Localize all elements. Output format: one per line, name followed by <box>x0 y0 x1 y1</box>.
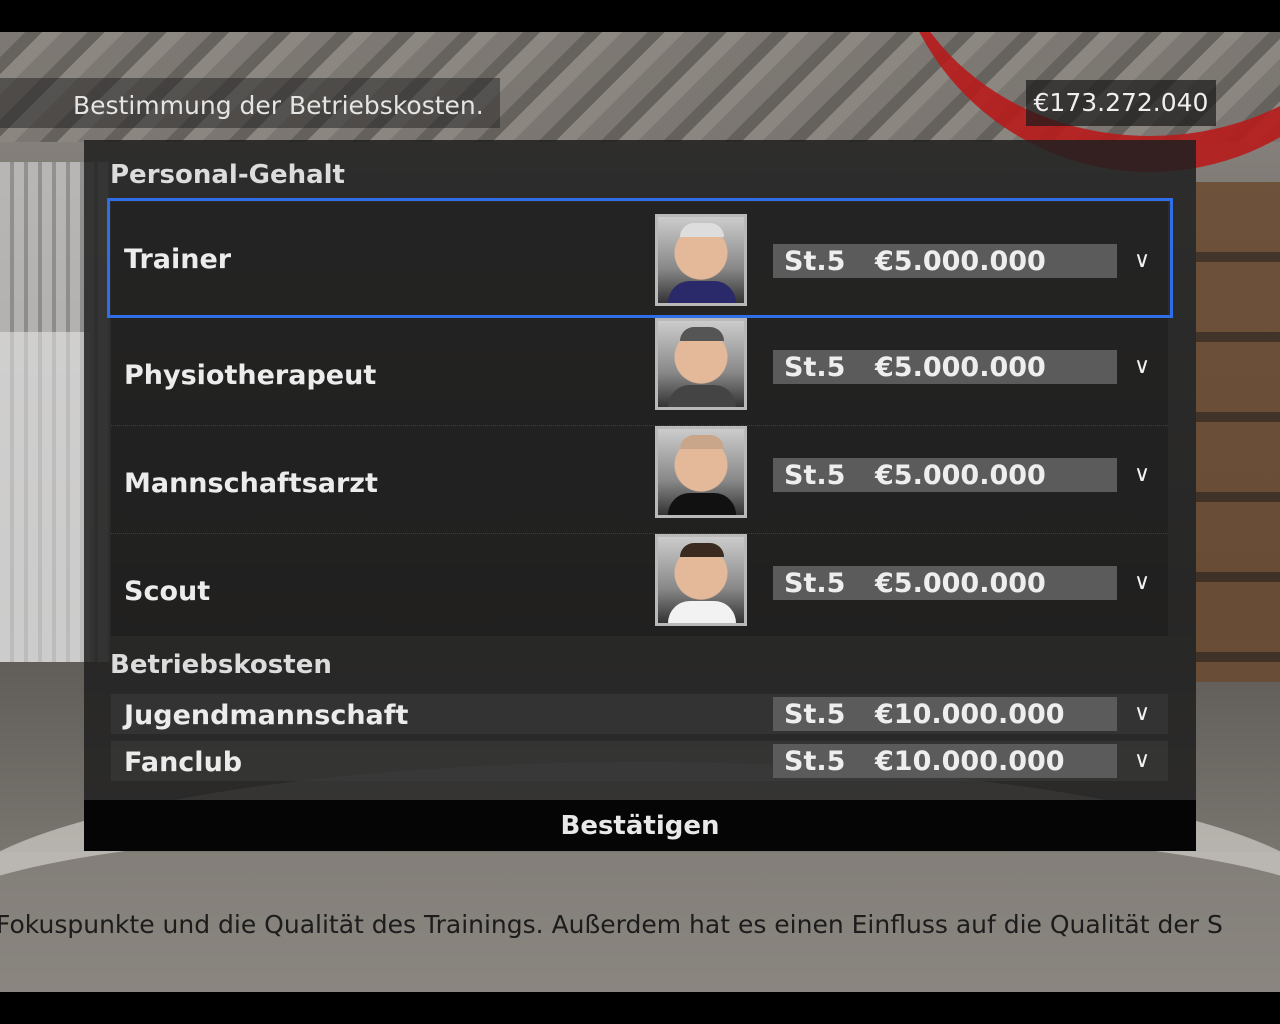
cost-row-youth-team[interactable]: Jugendmannschaft St.5 €10.000.000 ∨ <box>111 694 1168 734</box>
staff-label: Scout <box>124 576 211 607</box>
salary-level: St.5 <box>784 352 846 383</box>
chevron-down-icon[interactable]: ∨ <box>1128 458 1156 492</box>
salary-value[interactable]: St.5 €5.000.000 <box>773 458 1117 492</box>
confirm-button[interactable]: Bestätigen <box>84 800 1196 851</box>
cost-row-fanclub[interactable]: Fanclub St.5 €10.000.000 ∨ <box>111 741 1168 781</box>
staff-salary-heading: Personal-Gehalt <box>110 160 345 190</box>
staff-row-scout[interactable]: Scout St.5 €5.000.000 ∨ <box>111 534 1168 642</box>
cost-value[interactable]: St.5 €10.000.000 <box>773 744 1117 778</box>
letterbox-top <box>0 0 1280 32</box>
staff-portrait <box>655 318 747 410</box>
cost-amount: €10.000.000 <box>875 699 1065 730</box>
staff-row-trainer[interactable]: Trainer St.5 €5.000.000 ∨ <box>107 198 1173 318</box>
staff-list: Trainer St.5 €5.000.000 ∨ Physiotherapeu… <box>107 198 1173 636</box>
letterbox-bottom <box>0 992 1280 1024</box>
chevron-down-icon[interactable]: ∨ <box>1128 244 1156 278</box>
salary-amount: €5.000.000 <box>875 568 1046 599</box>
operating-costs-dialog: Personal-Gehalt Trainer St.5 €5.000.000 … <box>84 140 1196 851</box>
chevron-down-icon[interactable]: ∨ <box>1128 744 1156 778</box>
salary-value[interactable]: St.5 €5.000.000 <box>773 350 1117 384</box>
staff-label: Physiotherapeut <box>124 360 377 391</box>
salary-level: St.5 <box>784 568 846 599</box>
staff-label: Trainer <box>124 244 232 275</box>
chevron-down-icon[interactable]: ∨ <box>1128 566 1156 600</box>
salary-level: St.5 <box>784 460 846 491</box>
cost-level: St.5 <box>784 746 846 777</box>
help-ticker-text: Fokuspunkte und die Qualität des Trainin… <box>0 910 1223 939</box>
chevron-down-icon[interactable]: ∨ <box>1128 697 1156 731</box>
staff-label: Mannschaftsarzt <box>124 468 378 499</box>
salary-level: St.5 <box>784 246 846 277</box>
cost-label: Jugendmannschaft <box>124 700 409 731</box>
staff-row-physiotherapist[interactable]: Physiotherapeut St.5 €5.000.000 ∨ <box>111 318 1168 426</box>
help-ticker: Fokuspunkte und die Qualität des Trainin… <box>0 900 1280 950</box>
club-balance: €173.272.040 <box>1026 80 1216 126</box>
salary-value[interactable]: St.5 €5.000.000 <box>773 566 1117 600</box>
cost-value[interactable]: St.5 €10.000.000 <box>773 697 1117 731</box>
staff-portrait <box>655 534 747 626</box>
salary-amount: €5.000.000 <box>875 352 1046 383</box>
staff-row-team-doctor[interactable]: Mannschaftsarzt St.5 €5.000.000 ∨ <box>111 426 1168 534</box>
staff-portrait <box>655 426 747 518</box>
cost-level: St.5 <box>784 699 846 730</box>
salary-amount: €5.000.000 <box>875 460 1046 491</box>
salary-amount: €5.000.000 <box>875 246 1046 277</box>
cost-amount: €10.000.000 <box>875 746 1065 777</box>
staff-portrait <box>655 214 747 306</box>
page-title: Bestimmung der Betriebskosten. <box>0 78 500 128</box>
operating-costs-heading: Betriebskosten <box>110 650 332 680</box>
cost-label: Fanclub <box>124 747 243 778</box>
salary-value[interactable]: St.5 €5.000.000 <box>773 244 1117 278</box>
chevron-down-icon[interactable]: ∨ <box>1128 350 1156 384</box>
